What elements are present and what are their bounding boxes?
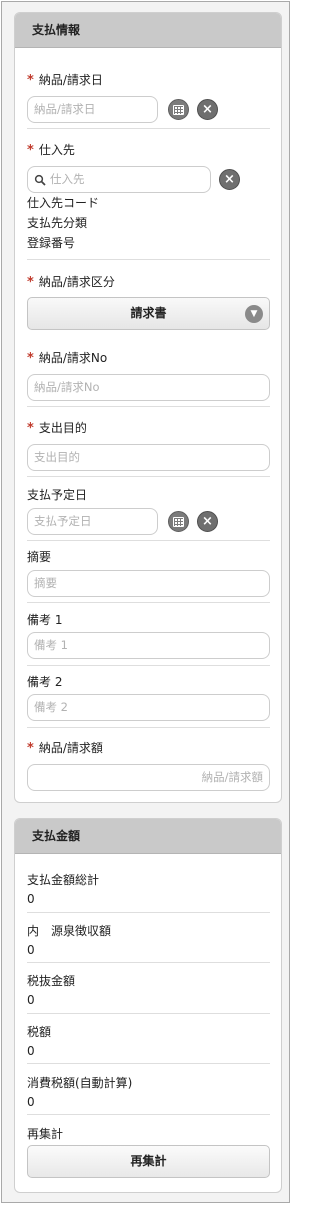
divider bbox=[27, 962, 270, 963]
app-frame: 支払情報 * 納品/請求日 納品/請求日 × * 仕入先 仕入先 × 仕入先コー… bbox=[1, 1, 290, 1203]
summary-input[interactable]: 摘要 bbox=[27, 570, 270, 597]
payee-category-text: 支払先分類 bbox=[27, 216, 88, 230]
clear-icon[interactable]: × bbox=[197, 99, 218, 120]
note1-label: 備考 1 bbox=[27, 613, 63, 627]
invoice-type-select[interactable]: 請求書 ▼ bbox=[27, 297, 270, 330]
purpose-input[interactable]: 支出目的 bbox=[27, 444, 270, 471]
required-mark: * bbox=[27, 351, 34, 366]
payment-info-panel: 支払情報 * 納品/請求日 納品/請求日 × * 仕入先 仕入先 × 仕入先コー… bbox=[14, 12, 282, 803]
chevron-down-icon: ▼ bbox=[245, 305, 263, 323]
purpose-field: * 支出目的 支出目的 bbox=[27, 419, 270, 479]
required-mark: * bbox=[27, 143, 34, 158]
recalc-field: 再集計 再集計 bbox=[27, 1125, 270, 1185]
recalc-button[interactable]: 再集計 bbox=[27, 1145, 270, 1178]
required-mark: * bbox=[27, 275, 34, 290]
divider bbox=[27, 128, 270, 129]
calendar-icon[interactable] bbox=[168, 99, 189, 120]
scheduled-date-label: 支払予定日 bbox=[27, 488, 88, 502]
divider bbox=[27, 259, 270, 260]
scheduled-date-input[interactable]: 支払予定日 bbox=[27, 508, 158, 535]
amount-row: 消費税額(自動計算) 0 bbox=[27, 1074, 270, 1124]
total-amount-label: 支払金額総計 bbox=[27, 873, 100, 887]
divider bbox=[27, 1063, 270, 1064]
payment-info-header: 支払情報 bbox=[15, 13, 281, 48]
divider bbox=[27, 665, 270, 666]
invoice-amount-input[interactable]: 納品/請求額 bbox=[27, 764, 270, 791]
withholding-label: 内 源泉徴収額 bbox=[27, 924, 112, 938]
tax-amount-label: 税額 bbox=[27, 1025, 52, 1039]
supplier-code-text: 仕入先コード bbox=[27, 196, 100, 210]
divider bbox=[27, 476, 270, 477]
amount-row: 税抜金額 0 bbox=[27, 972, 270, 1022]
note2-label: 備考 2 bbox=[27, 675, 63, 689]
note2-field: 備考 2 備考 2 bbox=[27, 673, 270, 733]
invoice-amount-label: * 納品/請求額 bbox=[27, 741, 103, 756]
note1-input[interactable]: 備考 1 bbox=[27, 632, 270, 659]
required-mark: * bbox=[27, 73, 34, 88]
clear-icon[interactable]: × bbox=[197, 511, 218, 532]
invoice-date-label: * 納品/請求日 bbox=[27, 73, 103, 88]
amount-row: 税額 0 bbox=[27, 1023, 270, 1073]
supplier-label: * 仕入先 bbox=[27, 143, 75, 158]
recalc-label: 再集計 bbox=[27, 1127, 64, 1141]
invoice-type-label: * 納品/請求区分 bbox=[27, 275, 115, 290]
registration-number-text: 登録番号 bbox=[27, 236, 76, 250]
amount-row: 支払金額総計 0 bbox=[27, 871, 270, 921]
divider bbox=[27, 727, 270, 728]
divider bbox=[27, 406, 270, 407]
supplier-field: * 仕入先 仕入先 × 仕入先コード 支払先分類 登録番号 bbox=[27, 141, 270, 261]
consumption-tax-label: 消費税額(自動計算) bbox=[27, 1076, 133, 1090]
divider bbox=[27, 912, 270, 913]
calendar-icon[interactable] bbox=[168, 511, 189, 532]
invoice-date-field: * 納品/請求日 納品/請求日 × bbox=[27, 71, 270, 131]
required-mark: * bbox=[27, 421, 34, 436]
purpose-label: * 支出目的 bbox=[27, 421, 87, 436]
consumption-tax-value: 0 bbox=[27, 1095, 35, 1109]
invoice-no-label: * 納品/請求No bbox=[27, 351, 108, 366]
required-mark: * bbox=[27, 741, 34, 756]
note1-field: 備考 1 備考 1 bbox=[27, 611, 270, 671]
divider bbox=[27, 1013, 270, 1014]
amount-row: 内 源泉徴収額 0 bbox=[27, 922, 270, 972]
invoice-no-input[interactable]: 納品/請求No bbox=[27, 374, 270, 401]
note2-input[interactable]: 備考 2 bbox=[27, 694, 270, 721]
invoice-type-field: * 納品/請求区分 請求書 ▼ bbox=[27, 273, 270, 343]
summary-label: 摘要 bbox=[27, 550, 52, 564]
invoice-date-input[interactable]: 納品/請求日 bbox=[27, 96, 158, 123]
summary-field: 摘要 摘要 bbox=[27, 548, 270, 608]
pretax-amount-value: 0 bbox=[27, 993, 35, 1007]
search-icon bbox=[34, 174, 46, 186]
clear-icon[interactable]: × bbox=[219, 169, 240, 190]
invoice-amount-field: * 納品/請求額 納品/請求額 bbox=[27, 739, 270, 799]
pretax-amount-label: 税抜金額 bbox=[27, 974, 76, 988]
invoice-no-field: * 納品/請求No 納品/請求No bbox=[27, 349, 270, 409]
divider bbox=[27, 602, 270, 603]
divider bbox=[27, 1114, 270, 1115]
withholding-value: 0 bbox=[27, 943, 35, 957]
divider bbox=[27, 540, 270, 541]
tax-amount-value: 0 bbox=[27, 1044, 35, 1058]
payment-amount-panel: 支払金額 支払金額総計 0 内 源泉徴収額 0 税抜金額 0 税額 0 消費税額… bbox=[14, 818, 282, 1193]
supplier-search-input[interactable]: 仕入先 bbox=[27, 166, 211, 193]
scheduled-date-field: 支払予定日 支払予定日 × bbox=[27, 486, 270, 546]
payment-amount-header: 支払金額 bbox=[15, 819, 281, 854]
total-amount-value: 0 bbox=[27, 892, 35, 906]
